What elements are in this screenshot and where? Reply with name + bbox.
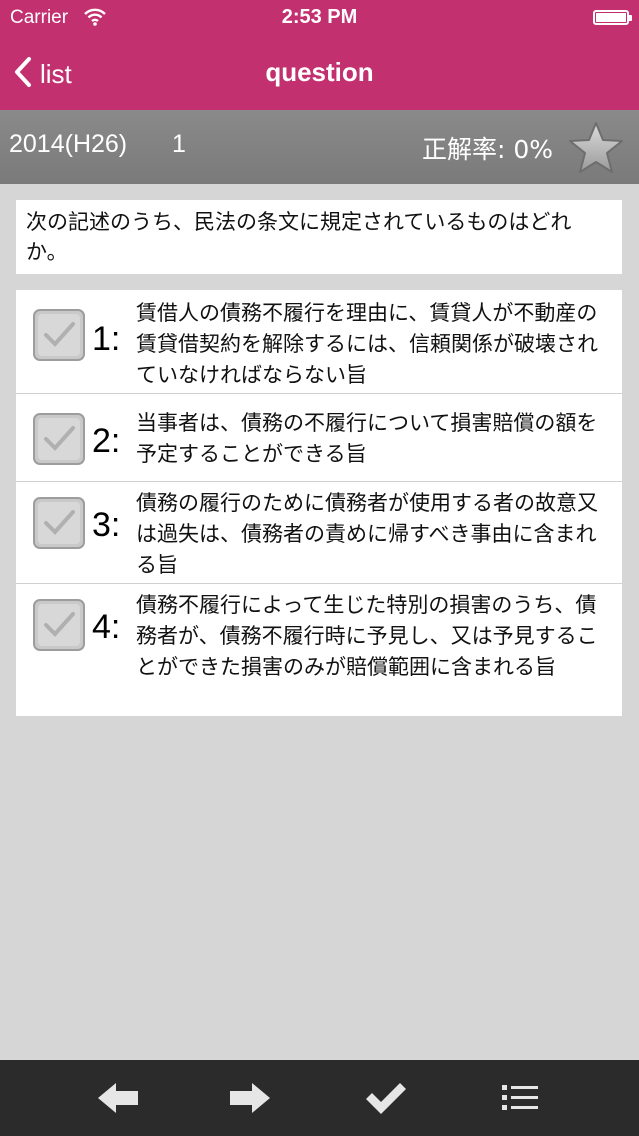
- nav-title: question: [265, 57, 374, 87]
- status-time: 2:53 PM: [281, 6, 358, 28]
- checkbox-icon[interactable]: [32, 412, 86, 466]
- checkbox-icon[interactable]: [32, 598, 86, 652]
- choice-item[interactable]: 3: 債務の履行のために債務者が使用する者の故意又は過失は、債務者の責めに帰すべ…: [16, 482, 622, 584]
- choice-list: 1: 賃借人の債務不履行を理由に、賃貸人が不動産の賃貸借契約を解除するには、信頼…: [16, 290, 622, 716]
- status-bar: Carrier 2:53 PM: [0, 0, 639, 40]
- list-icon[interactable]: [492, 1074, 548, 1122]
- choice-item[interactable]: 4: 債務不履行によって生じた特別の損害のうち、債務者が、債務不履行時に予見し、…: [16, 584, 622, 716]
- checkbox-icon[interactable]: [32, 496, 86, 550]
- arrow-right-icon[interactable]: [222, 1074, 278, 1122]
- bottom-toolbar: [0, 1060, 639, 1136]
- exam-year: 2014(H26): [9, 130, 128, 158]
- choice-item[interactable]: 1: 賃借人の債務不履行を理由に、賃貸人が不動産の賃貸借契約を解除するには、信頼…: [16, 290, 622, 394]
- choice-text: 債務不履行によって生じた特別の損害のうち、債務者が、債務不履行時に予見し、又は予…: [136, 593, 598, 679]
- question-text: 次の記述のうち、民法の条文に規定されているものはどれか。: [26, 210, 572, 264]
- choice-text: 当事者は、債務の不履行について損害賠償の額を予定することができる旨: [136, 411, 598, 466]
- arrow-left-icon[interactable]: [90, 1074, 146, 1122]
- choice-number: 2:: [92, 422, 121, 460]
- battery-icon: [593, 10, 632, 25]
- choice-text: 債務の履行のために債務者が使用する者の故意又は過失は、債務者の責めに帰すべき事由…: [136, 491, 598, 577]
- choice-number: 1:: [92, 320, 121, 358]
- question-info-bar: 2014(H26) 1 正解率: 0%: [0, 110, 639, 184]
- navigation-bar: list question: [0, 40, 639, 110]
- checkbox-icon[interactable]: [32, 308, 86, 362]
- question-text-box: 次の記述のうち、民法の条文に規定されているものはどれか。: [16, 200, 622, 274]
- choice-number: 3:: [92, 506, 121, 544]
- star-icon[interactable]: [567, 120, 625, 176]
- checkmark-icon[interactable]: [358, 1074, 414, 1122]
- accuracy-rate: 正解率: 0%: [421, 135, 553, 164]
- choice-number: 4:: [92, 608, 121, 646]
- choice-text: 賃借人の債務不履行を理由に、賃貸人が不動産の賃貸借契約を解除するには、信頼関係が…: [136, 301, 598, 387]
- choice-item[interactable]: 2: 当事者は、債務の不履行について損害賠償の額を予定することができる旨: [16, 394, 622, 482]
- question-number: 1: [172, 130, 186, 158]
